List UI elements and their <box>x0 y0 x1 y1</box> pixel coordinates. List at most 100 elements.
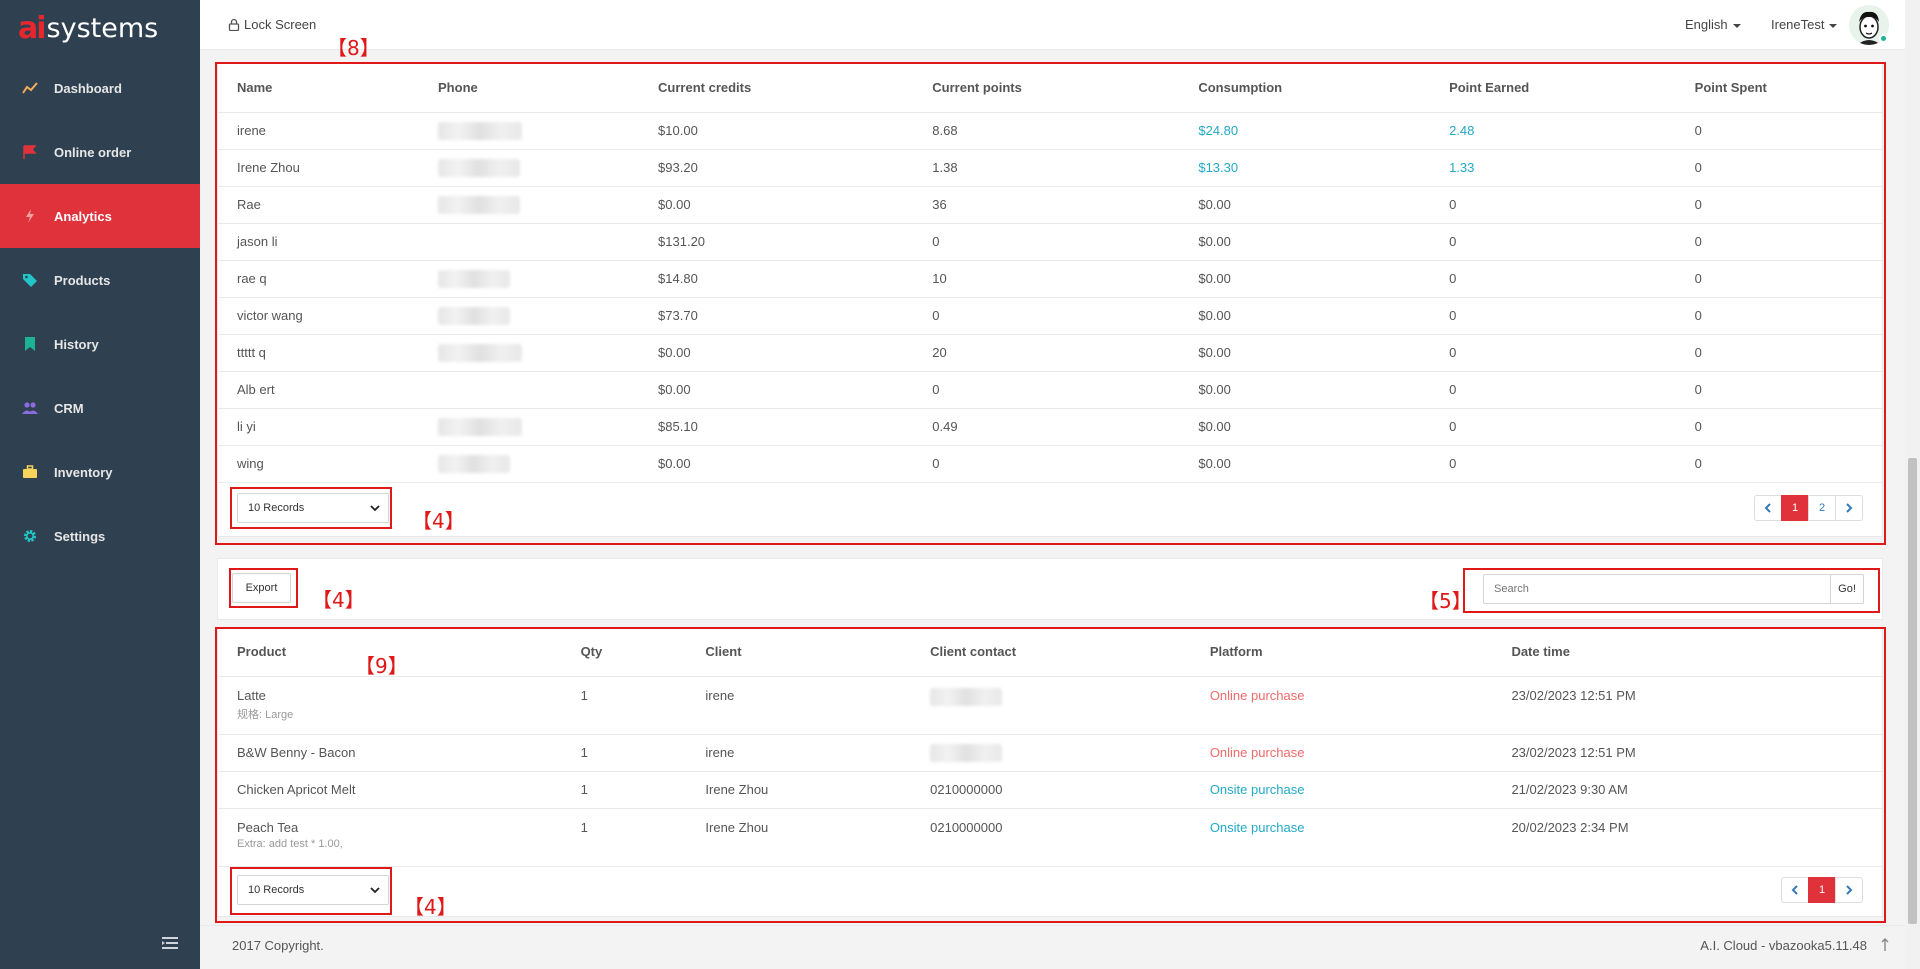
sidebar-item-dashboard[interactable]: Dashboard <box>0 56 200 120</box>
sidebar-item-online-order[interactable]: Online order <box>0 120 200 184</box>
current-credits: $14.80 <box>658 271 698 286</box>
logo-text: systems <box>46 12 159 44</box>
table-row[interactable]: Alb ert $0.00 0 $0.00 0 0 <box>218 371 1882 408</box>
page-2-button[interactable]: 2 <box>1808 495 1836 521</box>
client-contact-value: 0210000000 <box>930 819 1003 835</box>
consumption-link[interactable]: $13.30 <box>1198 149 1449 186</box>
sidebar-item-label: Products <box>54 272 111 288</box>
prev-page-button[interactable] <box>1754 495 1782 521</box>
product-note: Extra: add test * 1.00, <box>237 837 343 850</box>
column-header[interactable]: Consumption <box>1198 63 1449 112</box>
customer-name: Alb ert <box>237 382 275 397</box>
point-earned-link[interactable]: 1.33 <box>1449 149 1695 186</box>
date-time: 23/02/2023 12:51 PM <box>1511 687 1636 703</box>
menu-collapse-icon[interactable] <box>162 936 178 950</box>
client: Irene Zhou <box>705 819 769 835</box>
sidebar-item-crm[interactable]: CRM <box>0 376 200 440</box>
current-points: 36 <box>932 197 947 212</box>
column-header[interactable]: Client <box>705 628 930 676</box>
column-header[interactable]: Platform <box>1210 628 1512 676</box>
redacted-phone <box>438 417 523 436</box>
go-label: Go! <box>1838 583 1856 595</box>
table-row[interactable]: wing $0.00 0 $0.00 0 0 <box>218 445 1882 482</box>
product-name: Chicken Apricot Melt <box>237 782 356 797</box>
logo-mark: ai <box>18 10 46 46</box>
chevron-left-icon <box>1764 503 1771 513</box>
redacted-phone <box>438 269 511 288</box>
table-row[interactable]: Rae $0.00 36 $0.00 0 0 <box>218 186 1882 223</box>
annotation-label-5: 【5】 <box>1419 589 1472 613</box>
column-header[interactable]: Phone <box>438 63 658 112</box>
customer-name: Rae <box>237 197 261 212</box>
table-row[interactable]: ttttt q $0.00 20 $0.00 0 0 <box>218 334 1882 371</box>
date-time: 23/02/2023 12:51 PM <box>1511 745 1636 760</box>
lock-screen-link[interactable]: Lock Screen <box>228 17 316 32</box>
point-spent: 0 <box>1694 382 1702 397</box>
chevron-right-icon <box>1846 885 1853 895</box>
column-header[interactable]: Current credits <box>658 63 932 112</box>
table-row[interactable]: irene $10.00 8.68 $24.80 2.48 0 <box>218 112 1882 149</box>
table-row[interactable]: B&W Benny - Bacon 1 irene Online purchase 23… <box>218 734 1882 771</box>
table-row[interactable]: li yi $85.10 0.49 $0.00 0 0 <box>218 408 1882 445</box>
orders-table-header: Product Qty Client Client contact Platform Da… <box>218 628 1882 676</box>
table-row[interactable]: Irene Zhou $93.20 1.38 $13.30 1.33 0 <box>218 149 1882 186</box>
client-contact <box>930 676 1210 734</box>
column-header[interactable]: Qty <box>581 628 706 676</box>
table-row[interactable]: victor wang $73.70 0 $0.00 0 0 <box>218 297 1882 334</box>
prev-page-button[interactable] <box>1781 877 1809 903</box>
footer: 2017 Copyright. A.I. Cloud - vbazooka5.1… <box>200 925 1905 969</box>
column-header[interactable]: Date time <box>1511 628 1882 676</box>
table-row[interactable]: Peach Tea Extra: add test * 1.00, 1 Irene Z… <box>218 808 1882 866</box>
go-button[interactable]: Go! <box>1831 574 1864 604</box>
column-header[interactable]: Client contact <box>930 628 1210 676</box>
language-dropdown[interactable]: English <box>1685 17 1741 32</box>
next-page-button[interactable] <box>1835 877 1863 903</box>
customer-name: rae q <box>237 271 267 286</box>
page-scrollbar[interactable] <box>1905 0 1920 969</box>
page-1-button[interactable]: 1 <box>1808 877 1836 903</box>
arrow-up-icon[interactable] <box>1881 938 1889 952</box>
point-earned-link[interactable]: 2.48 <box>1449 112 1695 149</box>
page-1-button[interactable]: 1 <box>1781 495 1809 521</box>
column-header[interactable]: Name <box>218 63 438 112</box>
customer-phone <box>438 408 658 445</box>
column-header[interactable]: Point Spent <box>1695 63 1882 112</box>
next-page-button[interactable] <box>1835 495 1863 521</box>
current-credits: $0.00 <box>658 382 691 397</box>
product-name: Latte <box>237 687 266 703</box>
current-points: 1.38 <box>932 160 958 175</box>
customers-records-select[interactable]: 10 Records <box>237 493 389 523</box>
redacted-phone <box>438 454 511 473</box>
sidebar-item-analytics[interactable]: Analytics <box>0 184 200 248</box>
sidebar-item-products[interactable]: Products <box>0 248 200 312</box>
sidebar-item-history[interactable]: History <box>0 312 200 376</box>
sidebar-item-inventory[interactable]: Inventory <box>0 440 200 504</box>
sidebar-item-label: CRM <box>54 400 84 416</box>
table-row[interactable]: Chicken Apricot Melt 1 Irene Zhou 021000000… <box>218 771 1882 808</box>
point-spent: 0 <box>1694 308 1702 323</box>
table-row[interactable]: jason li $131.20 0 $0.00 0 0 <box>218 223 1882 260</box>
sidebar-item-settings[interactable]: Settings <box>0 504 200 568</box>
bolt-icon <box>26 209 34 223</box>
search-input[interactable] <box>1483 574 1832 604</box>
point-spent: 0 <box>1694 419 1702 434</box>
product-cell: Latte 规格: Large <box>218 676 581 734</box>
column-header[interactable]: Point Earned <box>1449 63 1695 112</box>
scrollbar-thumb[interactable] <box>1908 458 1917 924</box>
orders-toolbar-panel: Export Go! <box>217 558 1883 620</box>
orders-panel: Product Qty Client Client contact Platform Da… <box>217 627 1883 917</box>
consumption-link: $0.00 <box>1198 234 1231 249</box>
customer-name: ttttt q <box>237 345 266 360</box>
table-row[interactable]: rae q $14.80 10 $0.00 0 0 <box>218 260 1882 297</box>
brand-logo[interactable]: ai systems <box>0 0 200 56</box>
export-button[interactable]: Export <box>232 573 291 603</box>
column-header[interactable]: Current points <box>932 63 1198 112</box>
customers-panel: Name Phone Current credits Current points Co… <box>217 62 1883 537</box>
customer-name: wing <box>237 456 264 471</box>
current-points: 8.68 <box>932 123 958 138</box>
orders-records-select[interactable]: 10 Records <box>237 875 389 905</box>
consumption-link[interactable]: $24.80 <box>1198 112 1449 149</box>
version-text: A.I. Cloud - vbazooka5.11.48 <box>1700 938 1867 953</box>
table-row[interactable]: Latte 规格: Large 1 irene Online purchase 23/02… <box>218 676 1882 734</box>
user-dropdown[interactable]: IreneTest <box>1771 17 1838 32</box>
